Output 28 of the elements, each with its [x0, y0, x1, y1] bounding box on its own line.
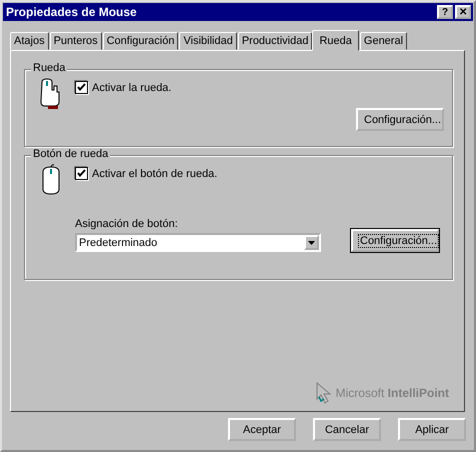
group-title: Rueda [31, 62, 68, 74]
help-button[interactable]: ? [437, 5, 453, 19]
wheel-checkbox[interactable]: Activar la rueda. [75, 81, 172, 94]
close-button[interactable]: ✕ [455, 5, 471, 19]
cursor-icon [316, 382, 334, 404]
dropdown-arrow-icon [308, 240, 315, 244]
field-label: Asignación de botón: [75, 218, 179, 230]
settings-button[interactable]: Configuración... [351, 229, 439, 252]
tab[interactable]: Productividad [238, 32, 312, 50]
wheel-button-checkbox[interactable]: Activar el botón de rueda. [75, 167, 218, 180]
tab[interactable]: Visibilidad [179, 32, 237, 50]
tab[interactable]: Atajos [10, 32, 49, 50]
tab[interactable]: Rueda [312, 30, 359, 51]
dialog-button[interactable]: Aceptar [228, 418, 296, 441]
checkbox-label: Activar el botón de rueda. [92, 168, 218, 180]
dialog-button[interactable]: Cancelar [313, 418, 381, 441]
dialog-button[interactable]: Aplicar [398, 418, 466, 441]
window-title: Propiedades de Mouse [6, 5, 137, 19]
tab[interactable]: General [360, 32, 408, 50]
assignment-dropdown[interactable]: Predeterminado [75, 233, 321, 252]
checkbox[interactable] [75, 81, 88, 94]
settings-button[interactable]: Configuración... [356, 108, 444, 131]
checkbox-label: Activar la rueda. [92, 82, 172, 94]
tab[interactable]: Punteros [50, 32, 102, 50]
group-title: Botón de rueda [31, 148, 110, 160]
checkbox[interactable] [75, 167, 88, 180]
tab[interactable]: Configuración [102, 32, 178, 50]
brand-logo-text: Microsoft IntelliPoint [336, 386, 449, 400]
